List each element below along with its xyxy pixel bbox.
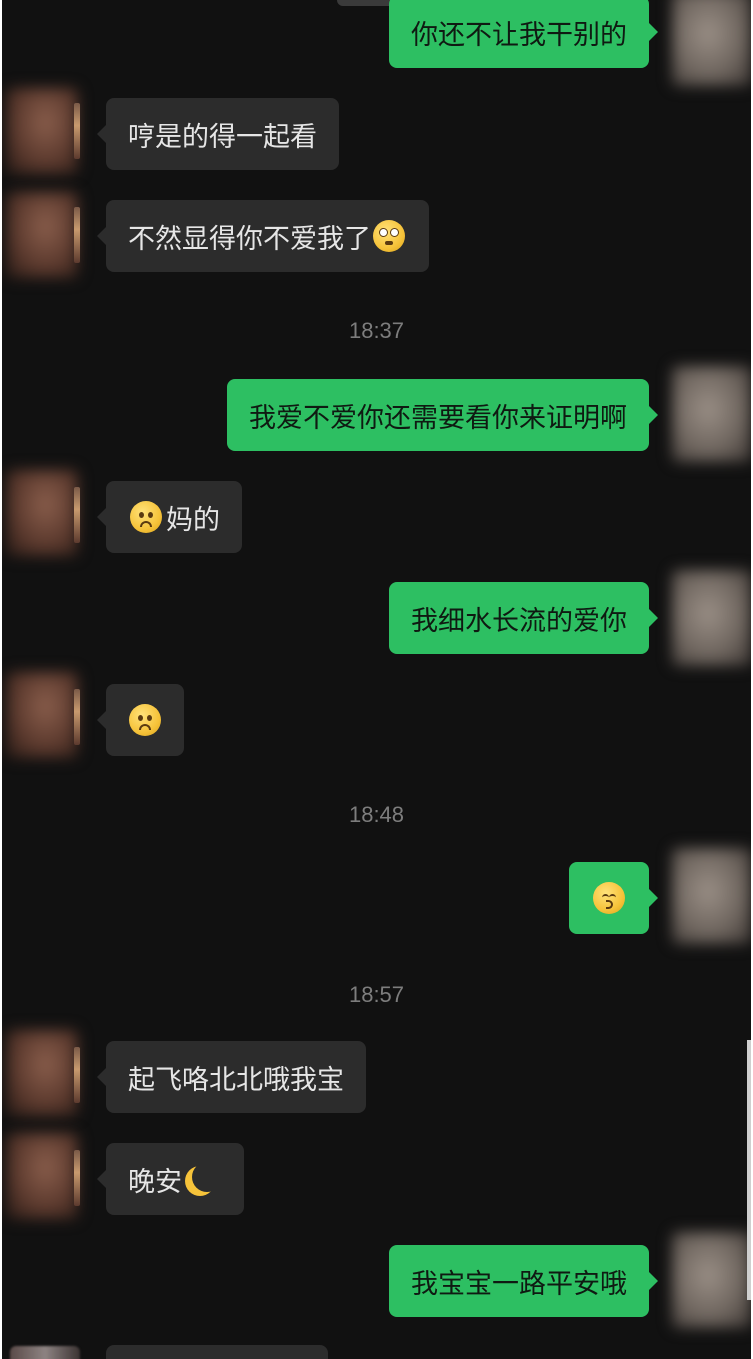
my-avatar[interactable] xyxy=(672,366,751,462)
incoming-message-bubble[interactable]: 不然显得你不爱我了 xyxy=(97,200,429,272)
chat-screen: 你还不让我干别的 哼是的得一起看 不然显得你不爱我了 18:37 我爱不爱你还需… xyxy=(2,0,751,1359)
message-text: 你还不让我干别的 xyxy=(411,19,627,51)
outgoing-message-bubble[interactable]: 我爱不爱你还需要看你来证明啊 xyxy=(227,379,658,451)
outgoing-message-bubble[interactable] xyxy=(569,862,658,934)
outgoing-message-bubble[interactable]: 我细水长流的爱你 xyxy=(389,582,658,654)
kissing-face-emoji xyxy=(593,882,625,914)
message-timestamp: 18:57 xyxy=(348,982,405,1007)
contact-avatar[interactable] xyxy=(6,1133,78,1219)
contact-avatar[interactable] xyxy=(10,1346,80,1359)
message-text: 我爱不爱你还需要看你来证明啊 xyxy=(249,402,627,434)
contact-avatar[interactable] xyxy=(6,672,78,758)
my-avatar[interactable] xyxy=(672,848,751,944)
incoming-message-bubble-partial[interactable] xyxy=(106,1345,328,1359)
frowning-face-emoji xyxy=(130,501,162,533)
avatar-edge xyxy=(74,689,80,745)
message-text: 我细水长流的爱你 xyxy=(411,605,627,637)
my-avatar[interactable] xyxy=(672,1232,751,1328)
message-text: 起飞咯北北哦我宝 xyxy=(128,1064,344,1096)
avatar-edge xyxy=(74,1047,80,1103)
message-text: 晚安 xyxy=(128,1166,182,1198)
avatar-edge xyxy=(74,487,80,543)
message-text: 妈的 xyxy=(166,504,220,536)
outgoing-message-bubble[interactable]: 你还不让我干别的 xyxy=(389,0,658,68)
crescent-moon-emoji xyxy=(192,1162,222,1192)
outgoing-message-bubble[interactable]: 我宝宝一路平安哦 xyxy=(389,1245,658,1317)
incoming-message-bubble[interactable]: 哼是的得一起看 xyxy=(97,98,339,170)
contact-avatar[interactable] xyxy=(6,470,78,556)
my-avatar[interactable] xyxy=(672,570,751,666)
message-text: 哼是的得一起看 xyxy=(128,121,317,153)
avatar-edge xyxy=(74,1150,80,1206)
avatar-edge xyxy=(74,103,80,159)
incoming-message-bubble[interactable]: 晚安 xyxy=(97,1143,244,1215)
message-timestamp: 18:37 xyxy=(348,318,405,343)
message-text: 我宝宝一路平安哦 xyxy=(411,1268,627,1300)
message-text: 不然显得你不爱我了 xyxy=(128,223,371,255)
incoming-message-bubble[interactable]: 妈的 xyxy=(97,481,242,553)
contact-avatar[interactable] xyxy=(6,1030,78,1116)
incoming-message-bubble[interactable] xyxy=(97,684,184,756)
contact-avatar[interactable] xyxy=(6,88,78,174)
my-avatar[interactable] xyxy=(672,0,751,86)
face-with-rolling-eyes-emoji xyxy=(373,220,405,252)
message-timestamp: 18:48 xyxy=(348,802,405,827)
frowning-face-emoji xyxy=(129,704,161,736)
screen-edge xyxy=(747,1040,751,1300)
avatar-edge xyxy=(74,207,80,263)
contact-avatar[interactable] xyxy=(6,192,78,278)
incoming-message-bubble[interactable]: 起飞咯北北哦我宝 xyxy=(97,1041,366,1113)
